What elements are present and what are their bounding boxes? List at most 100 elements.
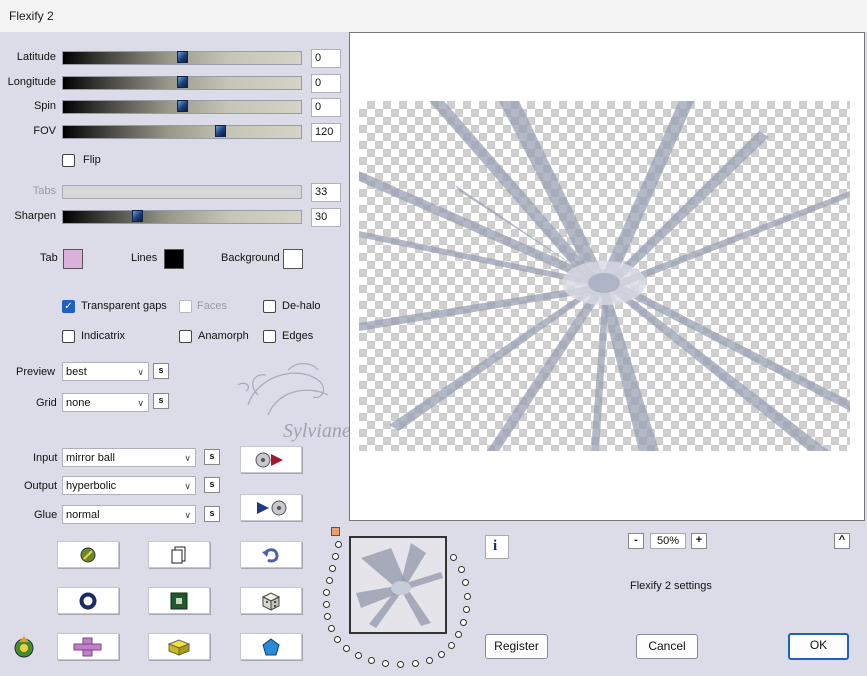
navigator-dot[interactable] (334, 636, 341, 643)
preview-select-label: Preview (16, 366, 56, 378)
latitude-slider-thumb[interactable] (177, 51, 188, 63)
navigator-dot[interactable] (426, 657, 433, 664)
tab-color-swatch[interactable] (63, 249, 83, 269)
disc-play-left-icon (255, 452, 283, 467)
cancel-button[interactable]: Cancel (636, 634, 698, 659)
navigator-dot[interactable] (438, 651, 445, 658)
register-button[interactable]: Register (485, 634, 548, 659)
output-select[interactable]: hyperbolic ∨ (62, 476, 196, 495)
longitude-value[interactable]: 0 (311, 74, 341, 93)
navigator-dot[interactable] (328, 625, 335, 632)
indicatrix-option[interactable]: Indicatrix (62, 329, 142, 345)
tabs-value[interactable]: 33 (311, 183, 341, 202)
flip-checkbox[interactable] (62, 154, 75, 167)
navigator-dot[interactable] (335, 541, 342, 548)
edges-option[interactable]: Edges (263, 329, 323, 345)
sharpen-value[interactable]: 30 (311, 208, 341, 227)
latitude-slider[interactable] (62, 51, 302, 65)
expand-button[interactable]: ^ (834, 533, 850, 549)
play-disc-right-icon (257, 500, 287, 515)
fov-slider-thumb[interactable] (215, 125, 226, 137)
fov-slider[interactable] (62, 125, 302, 139)
cube-button[interactable] (148, 633, 210, 660)
dehalo-checkbox[interactable] (263, 300, 276, 313)
chevron-down-icon: ∨ (184, 481, 191, 491)
flip-option[interactable]: Flip (62, 153, 122, 169)
cross-button[interactable] (57, 633, 119, 660)
spin-slider-thumb[interactable] (177, 100, 188, 112)
square-frame-icon (170, 592, 188, 609)
slider-row-longitude: Longitude 0 (0, 74, 345, 94)
indicatrix-checkbox[interactable] (62, 330, 75, 343)
input-select[interactable]: mirror ball ∨ (62, 448, 196, 467)
background-color-swatch[interactable] (283, 249, 303, 269)
output-s-button[interactable]: s (204, 477, 220, 493)
navigator-dot[interactable] (323, 601, 330, 608)
navigator-dot[interactable] (343, 645, 350, 652)
latitude-value[interactable]: 0 (311, 49, 341, 68)
dehalo-label: De-halo (282, 300, 321, 312)
navigator-anchor-icon[interactable] (331, 527, 340, 536)
spin-value[interactable]: 0 (311, 98, 341, 117)
fov-value[interactable]: 120 (311, 123, 341, 142)
gem-icon (262, 637, 280, 655)
navigator-thumbnail[interactable] (349, 536, 447, 634)
info-button[interactable]: i (485, 535, 509, 559)
navigator-dot[interactable] (450, 554, 457, 561)
navigator-dot[interactable] (462, 579, 469, 586)
lines-color-swatch[interactable] (164, 249, 184, 269)
gem-button[interactable] (240, 633, 302, 660)
zoom-in-button[interactable]: + (691, 533, 707, 549)
navigator-dot[interactable] (464, 593, 471, 600)
longitude-slider-thumb[interactable] (177, 76, 188, 88)
undo-button[interactable] (240, 541, 302, 568)
anamorph-checkbox[interactable] (179, 330, 192, 343)
zoom-level: 50% (650, 533, 686, 549)
sharpen-slider[interactable] (62, 210, 302, 224)
preview-pane[interactable] (349, 32, 865, 521)
sharpen-slider-thumb[interactable] (132, 210, 143, 222)
navigator-dot[interactable] (355, 652, 362, 659)
dehalo-option[interactable]: De-halo (263, 299, 333, 315)
transparent-gaps-option[interactable]: ✓ Transparent gaps (62, 299, 177, 315)
sharpen-label: Sharpen (14, 210, 56, 222)
navigator-dot[interactable] (329, 565, 336, 572)
grid-s-button[interactable]: s (153, 393, 169, 409)
preview-select[interactable]: best ∨ (62, 362, 149, 381)
anamorph-option[interactable]: Anamorph (179, 329, 259, 345)
navigator-dot[interactable] (368, 657, 375, 664)
longitude-slider[interactable] (62, 76, 302, 90)
output-to-input-button[interactable] (240, 446, 302, 473)
navigator-dot[interactable] (397, 661, 404, 668)
navigator-dot[interactable] (332, 553, 339, 560)
dice-button[interactable] (240, 587, 302, 614)
navigator-dot[interactable] (460, 619, 467, 626)
navigator-dot[interactable] (323, 589, 330, 596)
navigator-dot[interactable] (382, 660, 389, 667)
ring-button[interactable] (57, 587, 119, 614)
navigator-dot[interactable] (412, 660, 419, 667)
input-to-output-button[interactable] (240, 494, 302, 521)
title-bar: Flexify 2 (0, 0, 867, 33)
navigator-dot[interactable] (455, 631, 462, 638)
navigator-dot[interactable] (458, 566, 465, 573)
spin-slider[interactable] (62, 100, 302, 114)
input-s-button[interactable]: s (204, 449, 220, 465)
faces-option: Faces (179, 299, 239, 315)
edges-checkbox[interactable] (263, 330, 276, 343)
navigator-dot[interactable] (448, 642, 455, 649)
grid-select[interactable]: none ∨ (62, 393, 149, 412)
ok-button[interactable]: OK (788, 633, 849, 660)
square-button[interactable] (148, 587, 210, 614)
transparent-gaps-checkbox[interactable]: ✓ (62, 300, 75, 313)
glue-select[interactable]: normal ∨ (62, 505, 196, 524)
navigator-dot[interactable] (463, 606, 470, 613)
navigator-dot[interactable] (326, 577, 333, 584)
navigator-dot[interactable] (324, 613, 331, 620)
latitude-label: Latitude (16, 51, 56, 63)
glue-s-button[interactable]: s (204, 506, 220, 522)
preview-s-button[interactable]: s (153, 363, 169, 379)
randomize-button[interactable] (57, 541, 119, 568)
copy-button[interactable] (148, 541, 210, 568)
zoom-out-button[interactable]: - (628, 533, 644, 549)
